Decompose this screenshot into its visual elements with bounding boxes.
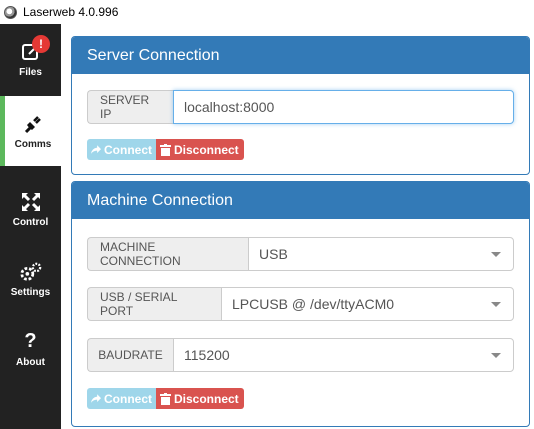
window-title: Laserweb 4.0.996: [23, 5, 119, 19]
select-value: LPCUSB @ /dev/ttyACM0: [232, 296, 395, 312]
connect-label: Connect: [104, 142, 152, 157]
caret-down-icon: [491, 302, 501, 307]
machine-connection-panel: Machine Connection MACHINE CONNECTION US…: [71, 181, 530, 427]
machine-connection-group: MACHINE CONNECTION USB: [87, 237, 514, 271]
sidebar-item-settings[interactable]: Settings: [0, 244, 61, 314]
serial-port-group: USB / SERIAL PORT LPCUSB @ /dev/ttyACM0: [87, 287, 514, 321]
server-disconnect-button[interactable]: Disconnect: [156, 139, 244, 160]
plug-icon: [22, 113, 44, 135]
serial-port-select[interactable]: LPCUSB @ /dev/ttyACM0: [221, 287, 514, 321]
select-value: USB: [259, 246, 288, 262]
sidebar-item-label: Settings: [10, 286, 51, 298]
baudrate-group: BAUDRATE 115200: [87, 338, 514, 372]
arrows-expand-icon: [20, 191, 42, 213]
sidebar-item-label: Comms: [14, 138, 52, 150]
machine-connection-label: MACHINE CONNECTION: [87, 237, 248, 271]
server-ip-group: SERVER IP localhost:8000: [87, 90, 514, 124]
caret-down-icon: [491, 353, 501, 358]
panel-title: Machine Connection: [72, 182, 529, 219]
server-connect-button[interactable]: Connect: [87, 139, 156, 160]
trash-icon: [160, 392, 171, 405]
caret-down-icon: [491, 252, 501, 257]
machine-button-group: Connect Disconnect: [87, 388, 244, 409]
select-value: 115200: [184, 347, 230, 363]
serial-port-label: USB / SERIAL PORT: [87, 287, 221, 321]
machine-disconnect-button[interactable]: Disconnect: [156, 388, 244, 409]
server-connection-panel: Server Connection SERVER IP localhost:80…: [71, 36, 530, 175]
disconnect-label: Disconnect: [174, 391, 239, 406]
disconnect-label: Disconnect: [174, 142, 239, 157]
share-icon: [91, 145, 101, 154]
sidebar-item-label: Control: [12, 216, 49, 228]
panel-title: Server Connection: [72, 37, 529, 74]
sidebar-item-control[interactable]: Control: [0, 174, 61, 244]
share-icon: [91, 394, 101, 403]
sidebar-item-label: Files: [19, 66, 42, 78]
question-icon: ?: [24, 330, 37, 352]
sidebar: ! Files Comms Control Settings ? About: [0, 24, 61, 429]
gears-icon: [19, 261, 42, 283]
machine-connect-button[interactable]: Connect: [87, 388, 156, 409]
sidebar-item-about[interactable]: ? About: [0, 314, 61, 384]
trash-icon: [160, 143, 171, 156]
server-ip-input[interactable]: localhost:8000: [173, 90, 514, 124]
machine-connection-select[interactable]: USB: [248, 237, 514, 271]
sidebar-item-label: About: [16, 356, 45, 368]
main-content: Server Connection SERVER IP localhost:80…: [61, 24, 534, 429]
window-titlebar: Laserweb 4.0.996: [0, 0, 534, 24]
sidebar-item-comms[interactable]: Comms: [0, 96, 61, 166]
sidebar-item-files[interactable]: ! Files: [0, 24, 61, 94]
server-button-group: Connect Disconnect: [87, 139, 244, 160]
baudrate-select[interactable]: 115200: [173, 338, 514, 372]
baudrate-label: BAUDRATE: [87, 338, 173, 372]
app-icon: [4, 5, 17, 19]
alert-badge: !: [32, 35, 50, 53]
connect-label: Connect: [104, 391, 152, 406]
server-ip-label: SERVER IP: [87, 90, 173, 124]
